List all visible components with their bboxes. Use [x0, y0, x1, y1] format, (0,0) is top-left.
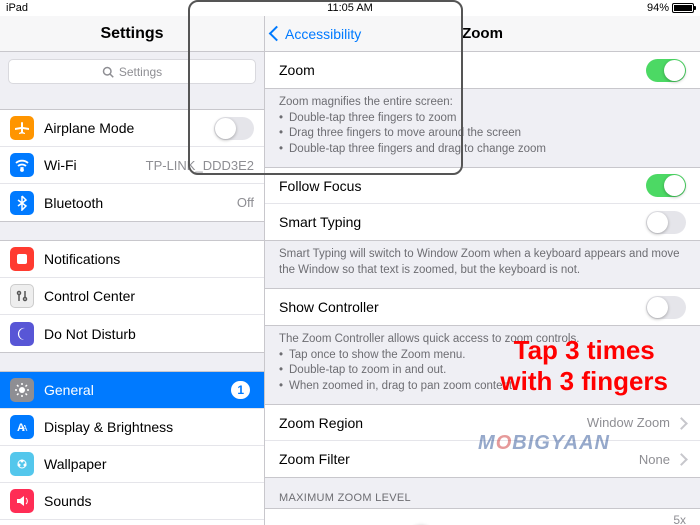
display-label: Display & Brightness: [44, 419, 254, 435]
sidebar-item-wallpaper[interactable]: Wallpaper: [0, 446, 264, 483]
wallpaper-icon: [10, 452, 34, 476]
search-placeholder: Settings: [119, 65, 162, 79]
airplane-switch[interactable]: [214, 117, 254, 140]
smart-typing-label: Smart Typing: [279, 214, 646, 230]
back-button[interactable]: Accessibility: [271, 26, 361, 42]
sounds-label: Sounds: [44, 493, 254, 509]
sidebar-item-wifi[interactable]: Wi-Fi TP-LINK_DDD3E2: [0, 147, 264, 184]
control-center-label: Control Center: [44, 288, 254, 304]
controller-description: The Zoom Controller allows quick access …: [265, 326, 700, 404]
follow-focus-label: Follow Focus: [279, 178, 646, 194]
chevron-right-icon: [674, 415, 686, 431]
detail-title: Zoom: [462, 25, 503, 42]
general-label: General: [44, 382, 231, 398]
chevron-right-icon: [674, 451, 686, 467]
sidebar-item-notifications[interactable]: Notifications: [0, 241, 264, 278]
zoom-switch[interactable]: [646, 59, 686, 82]
status-device: iPad: [6, 2, 28, 14]
zoom-label: Zoom: [279, 62, 646, 78]
show-controller-label: Show Controller: [279, 299, 646, 315]
sidebar-item-dnd[interactable]: Do Not Disturb: [0, 315, 264, 352]
row-show-controller[interactable]: Show Controller: [265, 289, 700, 325]
airplane-label: Airplane Mode: [44, 120, 214, 136]
smart-typing-description: Smart Typing will switch to Window Zoom …: [265, 241, 700, 288]
sidebar-title: Settings: [0, 16, 264, 52]
notifications-icon: [10, 247, 34, 271]
display-icon: AA: [10, 415, 34, 439]
airplane-icon: [10, 116, 34, 140]
status-battery-pct: 94%: [647, 2, 669, 14]
smart-typing-switch[interactable]: [646, 211, 686, 234]
row-zoom-filter[interactable]: Zoom Filter None: [265, 441, 700, 477]
row-zoom[interactable]: Zoom: [265, 52, 700, 88]
status-bar: iPad 11:05 AM 94%: [0, 0, 700, 16]
sidebar-item-airplane[interactable]: Airplane Mode: [0, 110, 264, 147]
bluetooth-value: Off: [237, 195, 254, 210]
sounds-icon: [10, 489, 34, 513]
svg-text:A: A: [22, 424, 28, 433]
detail-pane: Accessibility Zoom Zoom Zoom magnifies t…: [265, 16, 700, 525]
zoom-filter-label: Zoom Filter: [279, 451, 639, 467]
row-zoom-region[interactable]: Zoom Region Window Zoom: [265, 405, 700, 441]
zoom-description: Zoom magnifies the entire screen: Double…: [265, 89, 700, 167]
wifi-value: TP-LINK_DDD3E2: [146, 158, 254, 173]
max-zoom-section-label: MAXIMUM ZOOM LEVEL: [265, 478, 700, 508]
zoom-filter-value: None: [639, 452, 670, 467]
zoom-region-value: Window Zoom: [587, 415, 670, 430]
bluetooth-icon: [10, 191, 34, 215]
zoom-region-label: Zoom Region: [279, 415, 587, 431]
show-controller-switch[interactable]: [646, 296, 686, 319]
sidebar-item-sounds[interactable]: Sounds: [0, 483, 264, 520]
search-input[interactable]: Settings: [8, 59, 256, 84]
status-time: 11:05 AM: [327, 2, 373, 14]
wifi-label: Wi-Fi: [44, 157, 146, 173]
max-zoom-value: 5x: [279, 513, 686, 525]
general-icon: [10, 378, 34, 402]
follow-focus-switch[interactable]: [646, 174, 686, 197]
search-icon: [102, 66, 114, 78]
sidebar-item-display[interactable]: AA Display & Brightness: [0, 409, 264, 446]
bluetooth-label: Bluetooth: [44, 195, 237, 211]
dnd-label: Do Not Disturb: [44, 326, 254, 342]
row-follow-focus[interactable]: Follow Focus: [265, 168, 700, 204]
sidebar-item-bluetooth[interactable]: Bluetooth Off: [0, 184, 264, 221]
row-max-zoom[interactable]: 5x: [265, 509, 700, 525]
dnd-icon: [10, 322, 34, 346]
general-badge: 1: [231, 381, 250, 399]
wifi-icon: [10, 153, 34, 177]
sidebar-item-general[interactable]: General 1: [0, 372, 264, 409]
notifications-label: Notifications: [44, 251, 254, 267]
wallpaper-label: Wallpaper: [44, 456, 254, 472]
battery-icon: [672, 3, 694, 13]
settings-sidebar: Settings Settings Airplane Mode Wi-Fi TP…: [0, 16, 265, 525]
control-center-icon: [10, 284, 34, 308]
sidebar-item-passcode[interactable]: Passcode: [0, 520, 264, 525]
row-smart-typing[interactable]: Smart Typing: [265, 204, 700, 240]
sidebar-item-control-center[interactable]: Control Center: [0, 278, 264, 315]
